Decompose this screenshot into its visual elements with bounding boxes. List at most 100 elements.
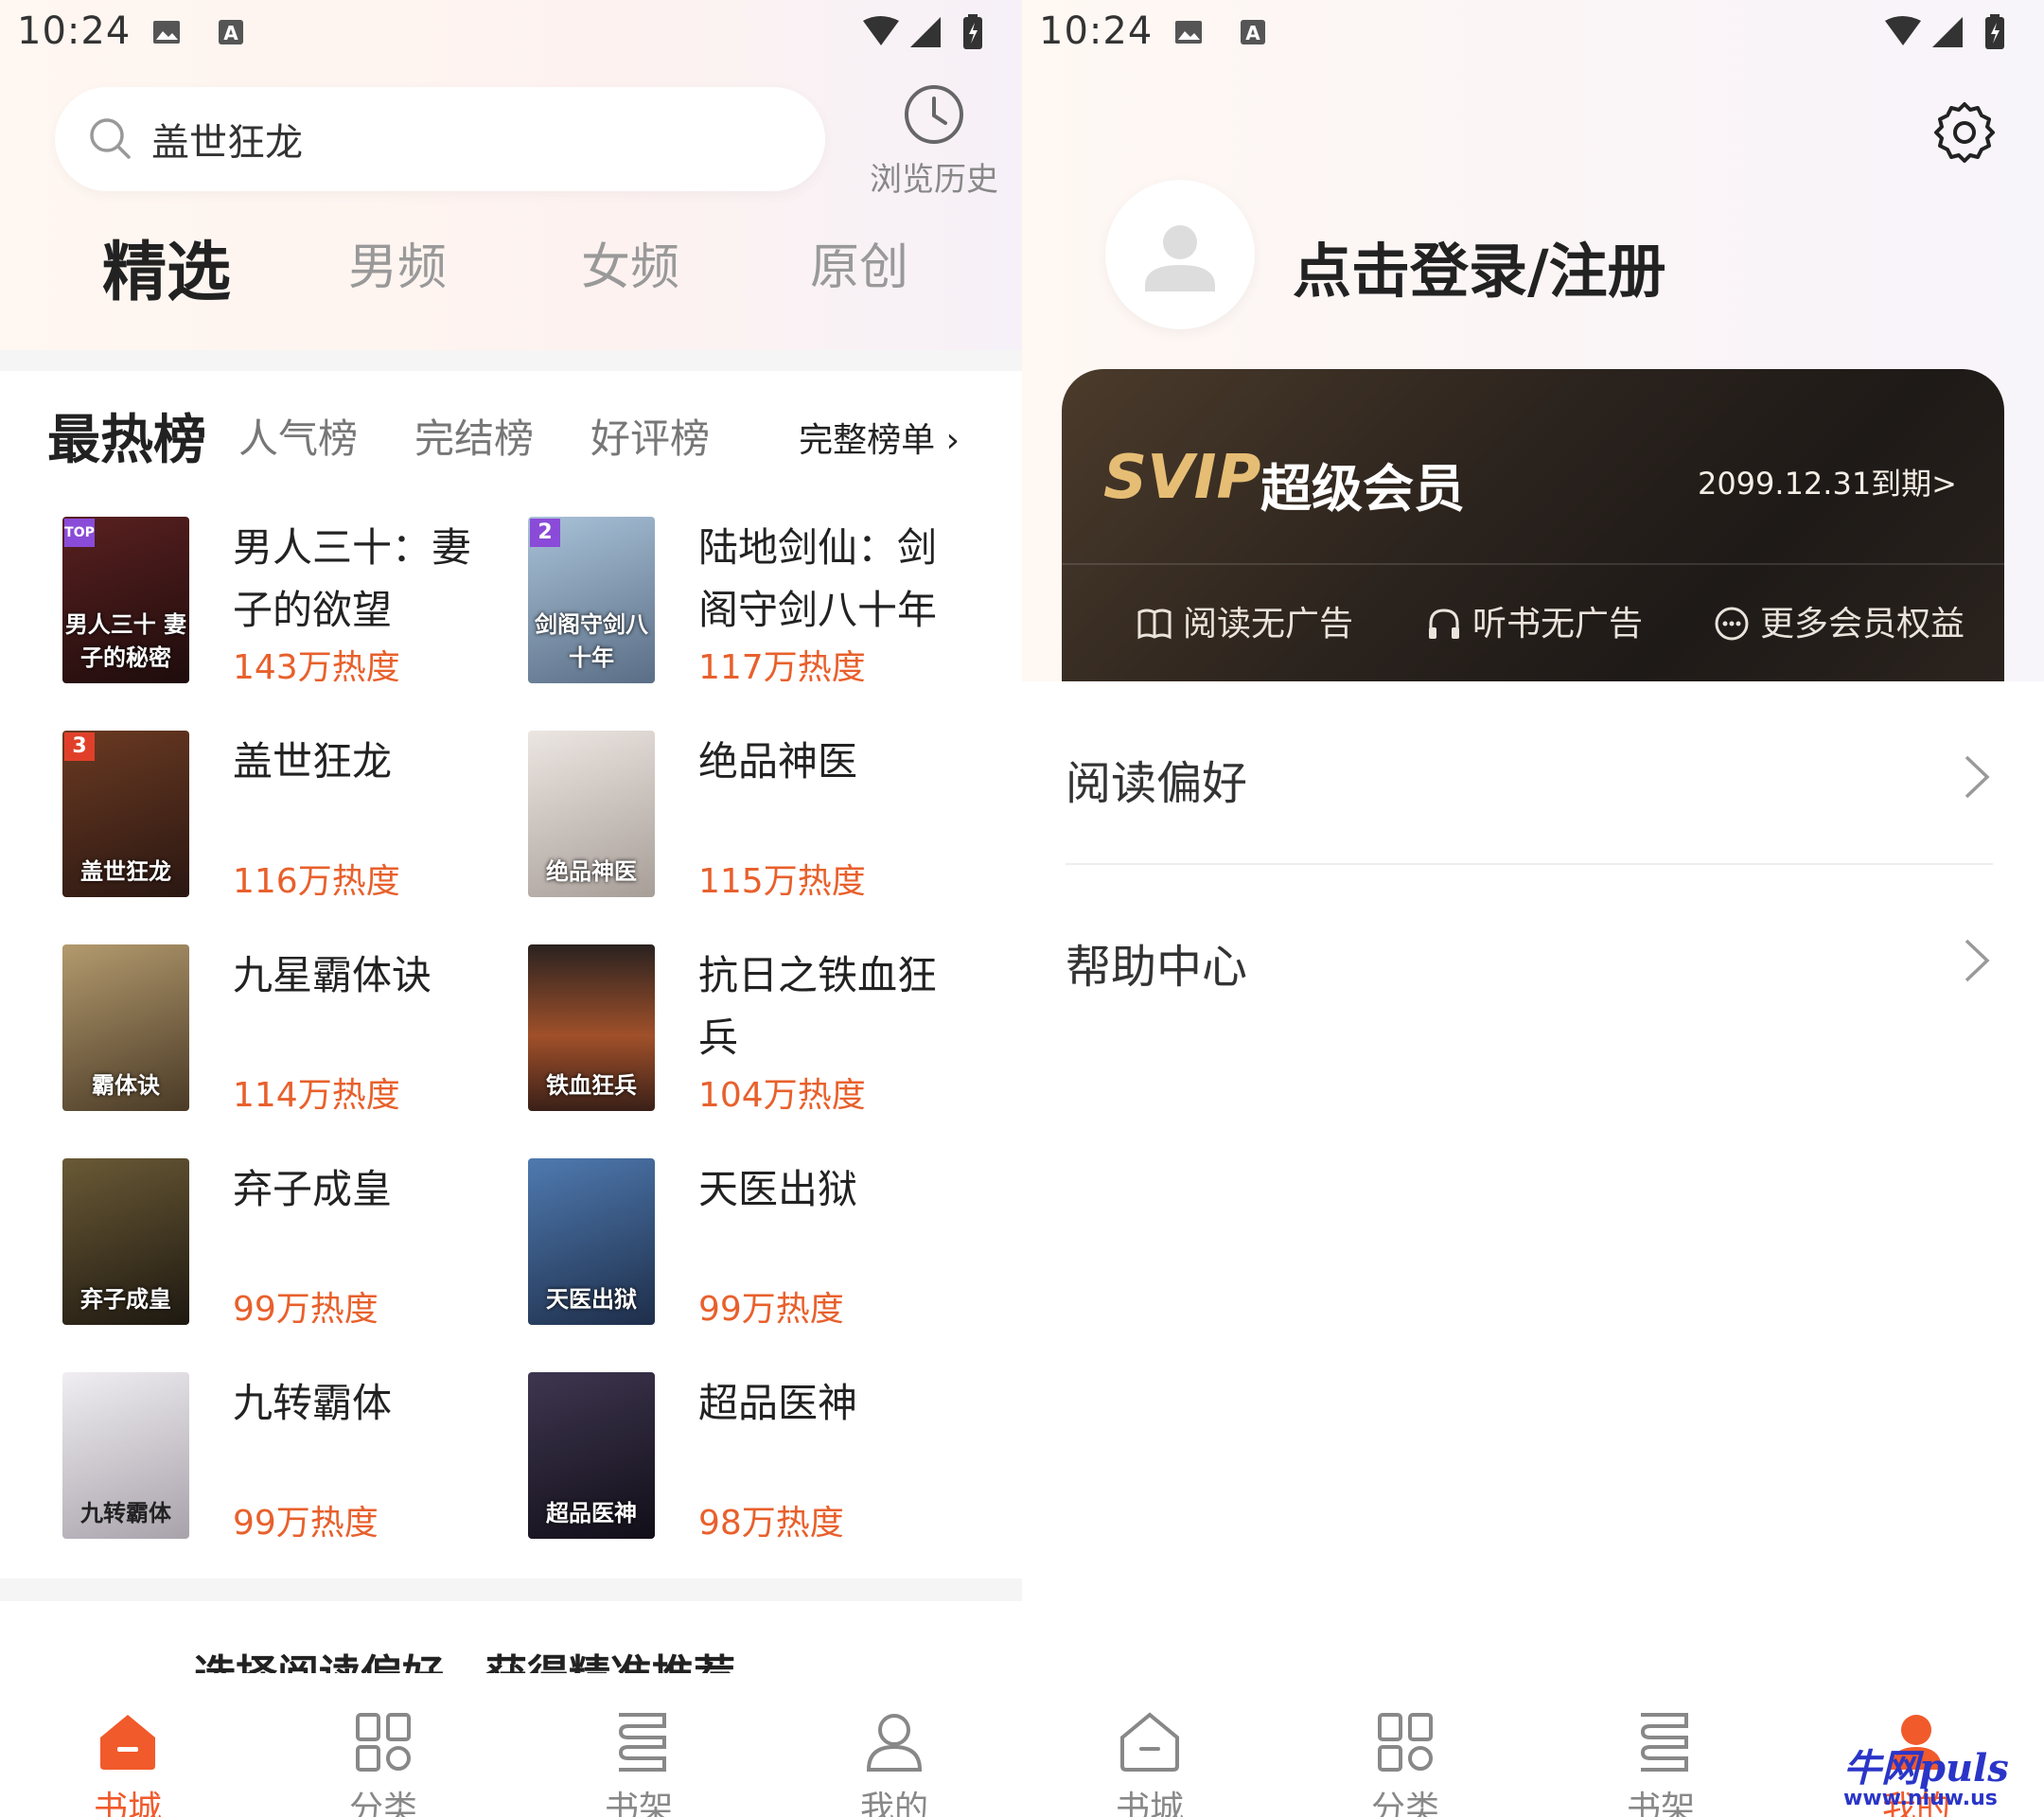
- signal-battery-icons: [863, 14, 982, 49]
- bookstore-screen: 10:24 A 盖世狂龙 浏览历史 精选 男频 女频 原创 最热榜 人气榜 完结…: [0, 0, 1022, 1817]
- book-title: 绝品神医: [698, 738, 858, 785]
- rank-tab-hottest[interactable]: 最热榜: [47, 397, 206, 474]
- book-item[interactable]: 2 剑阁守剑八十年 陆地剑仙：剑阁守剑八十年 117万热度: [528, 517, 973, 687]
- chevron-right-icon: [1965, 755, 1990, 799]
- book-item[interactable]: 3 盖世狂龙 盖世狂龙 116万热度: [62, 731, 507, 901]
- book-cover: 超品医神: [528, 1372, 655, 1539]
- nav-label: 分类: [348, 1790, 417, 1817]
- status-time: 10:24: [1039, 9, 1154, 53]
- cover-title: 绝品神医: [546, 857, 637, 885]
- nav-bookstore[interactable]: 书城: [0, 1675, 256, 1817]
- perk-more-benefits[interactable]: 更多会员权益: [1713, 596, 1965, 653]
- nav-bookshelf[interactable]: 书架: [1533, 1675, 1788, 1817]
- rank-badge: TOP: [64, 519, 95, 547]
- nav-bookstore[interactable]: 书城: [1022, 1675, 1278, 1817]
- search-query: 盖世狂龙: [151, 121, 303, 165]
- browse-history-button[interactable]: 浏览历史: [854, 81, 1014, 204]
- tab-featured[interactable]: 精选: [102, 220, 231, 313]
- image-notification-icon: [1175, 21, 1202, 44]
- tab-male[interactable]: 男频: [348, 227, 447, 298]
- rank-badge: 2: [530, 519, 560, 547]
- svip-divider: [1062, 563, 2004, 565]
- book-title: 超品医神: [698, 1380, 858, 1426]
- book-heat: 115万热度: [698, 862, 866, 901]
- cover-title: 男人三十 妻子的秘密: [64, 610, 187, 671]
- book-title: 九转霸体: [233, 1380, 393, 1426]
- book-item[interactable]: 绝品神医 绝品神医 115万热度: [528, 731, 973, 901]
- home-icon: [1120, 1712, 1179, 1772]
- svip-card[interactable]: SVIP 超级会员 2099.12.31到期> 阅读无广告 听书无广告 更多会员…: [1062, 369, 2004, 681]
- book-title: 九星霸体诀: [233, 952, 432, 998]
- book-item[interactable]: 霸体诀 九星霸体诀 114万热度: [62, 944, 507, 1115]
- book-cover: 3 盖世狂龙: [62, 731, 189, 897]
- book-item[interactable]: 九转霸体 九转霸体 99万热度: [62, 1372, 507, 1543]
- perk-no-ads-reading[interactable]: 阅读无广告: [1136, 596, 1353, 653]
- book-heat: 99万热度: [233, 1290, 379, 1329]
- signal-battery-icons: [1885, 14, 2004, 49]
- book-item[interactable]: 弃子成皇 弃子成皇 99万热度: [62, 1158, 507, 1329]
- rank-tab-completed[interactable]: 完结榜: [414, 407, 534, 465]
- book-item[interactable]: 超品医神 超品医神 98万热度: [528, 1372, 973, 1543]
- font-notification-icon: A: [219, 20, 243, 44]
- book-title: 弃子成皇: [233, 1166, 393, 1212]
- menu-reading-preference[interactable]: 阅读偏好: [1066, 681, 1993, 865]
- full-rank-link[interactable]: 完整榜单 ›: [799, 413, 960, 462]
- rank-tabs: 最热榜 人气榜 完结榜 好评榜 完整榜单 ›: [0, 397, 1022, 473]
- book-cover: 弃子成皇: [62, 1158, 189, 1325]
- book-cover: 铁血狂兵: [528, 944, 655, 1111]
- tab-original[interactable]: 原创: [810, 227, 908, 298]
- more-dots-icon: [1715, 607, 1749, 641]
- bottom-navigation: 书城 分类 书架 我的: [0, 1675, 1022, 1817]
- menu-label: 帮助中心: [1066, 941, 1248, 994]
- watermark-title: 牛网puls: [1843, 1746, 2009, 1791]
- perk-label: 更多会员权益: [1760, 605, 1965, 644]
- avatar[interactable]: [1105, 180, 1255, 329]
- book-cover: 2 剑阁守剑八十年: [528, 517, 655, 683]
- book-item[interactable]: 天医出狱 天医出狱 99万热度: [528, 1158, 973, 1329]
- book-item[interactable]: 铁血狂兵 抗日之铁血狂兵 104万热度: [528, 944, 973, 1115]
- tab-female[interactable]: 女频: [581, 227, 679, 298]
- cover-title: 弃子成皇: [80, 1285, 171, 1313]
- section-divider: [0, 1579, 1022, 1601]
- cover-title: 霸体诀: [92, 1071, 160, 1099]
- book-heat: 98万热度: [698, 1504, 844, 1543]
- book-heat: 116万热度: [233, 862, 400, 901]
- rank-tab-rated[interactable]: 好评榜: [590, 407, 710, 465]
- nav-bookshelf[interactable]: 书架: [511, 1675, 766, 1817]
- svip-expiry[interactable]: 2099.12.31到期>: [1698, 460, 1957, 503]
- book-item[interactable]: TOP 男人三十 妻子的秘密 男人三十：妻子的欲望 143万热度: [62, 517, 507, 687]
- book-title: 天医出狱: [698, 1166, 858, 1212]
- cover-title: 超品医神: [546, 1499, 637, 1526]
- nav-label: 书城: [93, 1790, 162, 1817]
- image-notification-icon: [153, 21, 180, 44]
- bookshelf-icon: [618, 1713, 666, 1772]
- nav-label: 书架: [604, 1790, 673, 1817]
- home-icon: [100, 1715, 155, 1770]
- nav-label: 书城: [1115, 1790, 1184, 1817]
- nav-category[interactable]: 分类: [1278, 1675, 1533, 1817]
- book-heat: 99万热度: [233, 1504, 379, 1543]
- cover-title: 盖世狂龙: [80, 857, 171, 885]
- book-cover: 天医出狱: [528, 1158, 655, 1325]
- history-label: 浏览历史: [870, 161, 998, 199]
- rank-tab-popular[interactable]: 人气榜: [238, 407, 358, 465]
- section-divider: [0, 350, 1022, 371]
- nav-mine[interactable]: 我的: [766, 1675, 1022, 1817]
- status-bar: 10:24 A: [0, 0, 1022, 68]
- book-cover: TOP 男人三十 妻子的秘密: [62, 517, 189, 683]
- search-icon: [90, 118, 131, 159]
- bookshelf-icon: [1640, 1713, 1688, 1772]
- settings-gear-icon[interactable]: [1930, 98, 1999, 167]
- search-bar[interactable]: 盖世狂龙: [55, 87, 825, 191]
- svg-text:A: A: [223, 22, 238, 44]
- perk-no-ads-audio[interactable]: 听书无广告: [1425, 596, 1643, 653]
- nav-label: 分类: [1370, 1790, 1439, 1817]
- cover-title: 天医出狱: [546, 1285, 637, 1313]
- status-time: 10:24: [17, 9, 132, 53]
- nav-category[interactable]: 分类: [256, 1675, 511, 1817]
- menu-help-center[interactable]: 帮助中心: [1066, 865, 1993, 1049]
- login-register-link[interactable]: 点击登录/注册: [1293, 223, 1666, 309]
- svg-text:A: A: [1245, 22, 1260, 44]
- default-avatar-icon: [1145, 225, 1215, 291]
- cover-title: 九转霸体: [80, 1499, 171, 1526]
